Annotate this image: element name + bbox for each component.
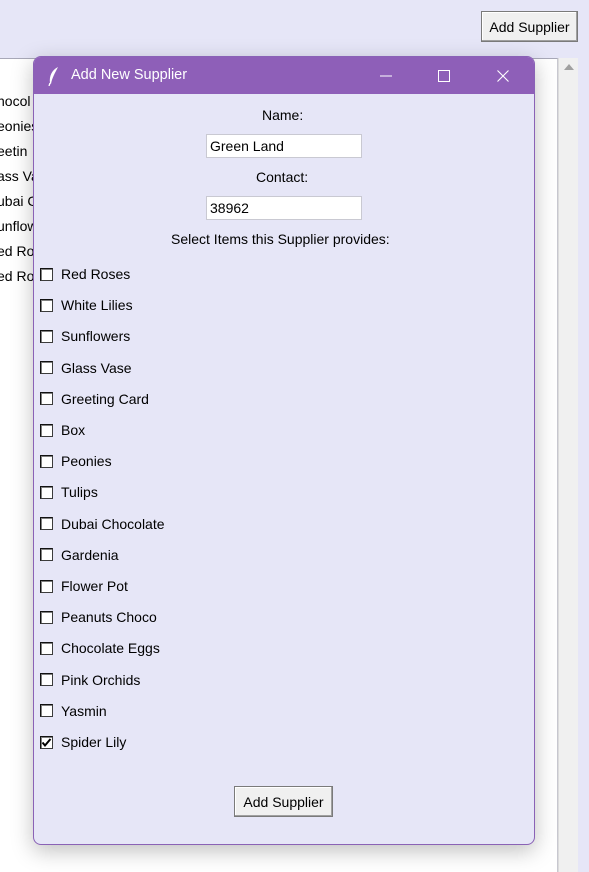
item-checkbox-row[interactable]: Glass Vase [40,357,132,379]
item-checkbox-label: Gardenia [61,546,119,563]
list-item[interactable]: hocol [0,93,30,109]
checkbox-checked[interactable] [40,735,53,749]
checkbox[interactable] [40,454,53,468]
dialog-titlebar[interactable]: Add New Supplier [34,57,534,94]
checkbox[interactable] [40,610,53,624]
checkbox[interactable] [40,485,53,499]
checkbox[interactable] [40,392,53,406]
item-checkbox-label: Spider Lily [61,734,127,750]
item-checkbox-row[interactable]: Box [40,419,85,441]
item-checkbox-label: Greeting Card [61,390,149,407]
checkbox[interactable] [40,298,53,312]
contact-label: Contact: [256,169,309,185]
main-list-scrollbar[interactable] [558,58,578,872]
checkbox[interactable] [40,517,53,531]
checkbox[interactable] [40,267,53,281]
item-checkbox-row[interactable]: Dubai Chocolate [40,513,165,535]
add-supplier-button[interactable]: Add Supplier [234,786,333,817]
feather-icon [46,66,62,87]
item-checkbox-label: White Lilies [61,297,133,314]
item-checkbox-label: Pink Orchids [61,671,141,688]
item-checkbox-row[interactable]: Yasmin [40,700,107,722]
name-label: Name: [262,107,304,123]
list-item[interactable]: eetin [0,143,27,159]
item-checkbox-label: Chocolate Eggs [61,640,160,657]
window-edge [578,58,589,872]
dialog-title: Add New Supplier [71,67,188,83]
item-checkbox-row[interactable]: Tulips [40,481,98,503]
checkbox[interactable] [40,641,53,655]
item-checkbox-row[interactable]: Flower Pot [40,575,128,597]
minimize-button[interactable] [357,57,415,94]
checkbox[interactable] [40,579,53,593]
item-checkbox-label: Peanuts Choco [61,609,157,626]
checkbox[interactable] [40,423,53,437]
checkbox[interactable] [40,361,53,375]
scroll-up-arrow-icon[interactable] [564,64,574,70]
item-checkbox-row[interactable]: Peanuts Choco [40,606,157,628]
close-icon [497,69,509,82]
minimize-icon [380,75,392,76]
item-checkbox-label: Tulips [61,484,98,501]
item-checkbox-label: Glass Vase [61,359,132,376]
item-checkbox-row[interactable]: Gardenia [40,544,119,566]
item-checkbox-label: Dubai Chocolate [61,515,165,532]
item-checkbox-label: Flower Pot [61,578,128,594]
item-checkbox-row[interactable]: Peonies [40,450,112,472]
checkbox[interactable] [40,673,53,687]
item-checkbox-row[interactable]: Chocolate Eggs [40,637,160,659]
item-checkbox-label: Peonies [61,453,112,470]
item-checkbox-row[interactable]: Sunflowers [40,325,130,347]
list-item[interactable]: unflow [0,218,37,234]
items-prompt-label: Select Items this Supplier provides: [171,231,390,247]
item-checkbox-label: Yasmin [61,702,107,719]
add-supplier-dialog: Add New Supplier Name: Contact: Select I… [33,56,535,845]
checkbox[interactable] [40,704,53,718]
checkbox[interactable] [40,329,53,343]
name-field[interactable] [206,134,362,158]
item-checkbox-label: Sunflowers [61,328,131,345]
list-item[interactable]: ubai C [0,193,37,209]
maximize-button[interactable] [415,57,473,94]
maximize-icon [438,69,450,82]
item-checkbox-row[interactable]: Red Roses [40,263,130,285]
item-checkbox-row[interactable]: Greeting Card [40,388,149,410]
item-checkbox-row[interactable]: Spider Lily [40,731,126,753]
item-checkbox-label: Red Roses [61,266,131,282]
item-checkbox-row[interactable]: Pink Orchids [40,669,140,691]
main-add-supplier-button[interactable]: Add Supplier [481,11,578,42]
item-checkbox-row[interactable]: White Lilies [40,294,133,316]
item-checkbox-label: Box [61,422,86,438]
checkmark-icon [41,737,52,747]
close-button[interactable] [474,57,532,94]
contact-field[interactable] [206,196,362,220]
checkbox[interactable] [40,548,53,562]
